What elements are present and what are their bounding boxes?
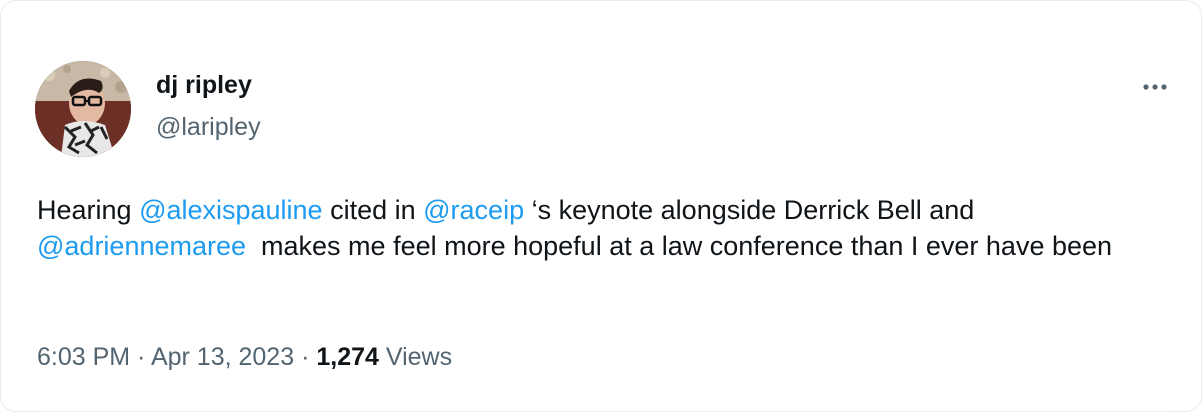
tweet-text: Hearing @alexispauline cited in @raceip …	[37, 192, 1177, 264]
divider	[37, 411, 1165, 412]
author-display-name[interactable]: dj ripley	[156, 71, 252, 100]
meta-separator: ·	[130, 343, 151, 371]
mention-link[interactable]: @adriennemaree	[37, 231, 246, 261]
text-segment: cited in	[322, 195, 424, 225]
mention-link[interactable]: @raceip	[423, 195, 524, 225]
text-segment: makes me feel more hopeful at a law conf…	[246, 231, 1113, 261]
tweet-date[interactable]: Apr 13, 2023	[151, 343, 294, 371]
author-handle[interactable]: @laripley	[156, 113, 261, 142]
mention-link[interactable]: @alexispauline	[139, 195, 323, 225]
views-label: Views	[385, 343, 453, 371]
tweet-time[interactable]: 6:03 PM	[37, 343, 130, 371]
view-count: 1,274	[316, 343, 379, 371]
avatar-photo	[35, 61, 131, 157]
text-segment: ‘s keynote alongside Derrick Bell and	[524, 195, 975, 225]
tweet-card: dj ripley @laripley Hearing @alexispauli…	[0, 0, 1202, 412]
avatar[interactable]	[35, 61, 131, 157]
more-horizontal-icon	[1143, 84, 1167, 90]
meta-separator: ·	[294, 343, 317, 371]
tweet-meta: 6:03 PM · Apr 13, 2023 · 1,274 Views	[37, 343, 452, 372]
text-segment: Hearing	[37, 195, 140, 225]
more-options-button[interactable]	[1137, 73, 1173, 101]
